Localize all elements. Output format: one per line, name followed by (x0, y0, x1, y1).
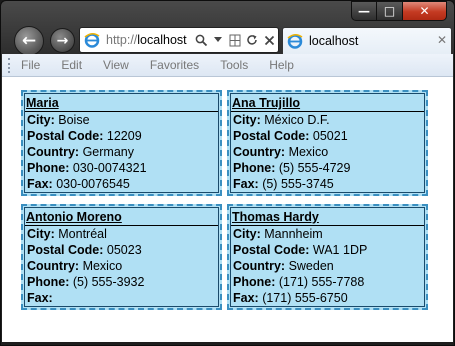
city-row: City: Mannheim (233, 227, 323, 241)
phone-row: Phone: (5) 555-4729 (233, 161, 351, 175)
fax-row: Fax: (171) 555-6750 (233, 291, 348, 305)
country-row: Country: Mexico (233, 145, 329, 159)
customer-card: Ana Trujillo City: México D.F. Postal Co… (227, 90, 428, 196)
maximize-button[interactable]: □ (377, 1, 403, 21)
city-row: City: Boise (27, 113, 90, 127)
toolbar-grip[interactable] (8, 57, 11, 73)
customer-card: Thomas Hardy City: Mannheim Postal Code:… (227, 204, 428, 310)
menu-edit[interactable]: Edit (61, 58, 82, 72)
menu-bar: File Edit View Favorites Tools Help (2, 54, 453, 77)
stop-icon[interactable] (262, 35, 276, 46)
menu-tools[interactable]: Tools (220, 58, 248, 72)
address-tools (194, 34, 276, 47)
refresh-icon[interactable] (245, 34, 259, 46)
customer-name: Antonio Moreno (25, 208, 218, 226)
customer-card: Maria City: Boise Postal Code: 12209 Cou… (21, 90, 222, 196)
phone-row: Phone: (171) 555-7788 (233, 275, 365, 289)
tab-localhost[interactable]: localhost ✕ (282, 27, 452, 54)
customer-card: Antonio Moreno City: Montréal Postal Cod… (21, 204, 222, 310)
back-button[interactable]: ← (14, 26, 44, 56)
browser-window: — □ ✕ ← → http://localhost localhost ✕ F… (0, 0, 455, 346)
menu-file[interactable]: File (21, 58, 40, 72)
menu-help[interactable]: Help (269, 58, 294, 72)
url-text[interactable]: http://localhost (106, 33, 192, 47)
compatibility-view-icon[interactable] (228, 34, 242, 47)
search-icon[interactable] (194, 34, 208, 47)
fax-row: Fax: (27, 291, 53, 305)
phone-row: Phone: 030-0074321 (27, 161, 147, 175)
close-window-button[interactable]: ✕ (403, 1, 447, 21)
postal-row: Postal Code: 05023 (27, 243, 142, 257)
tab-close-icon[interactable]: ✕ (437, 33, 447, 47)
country-row: Country: Germany (27, 145, 134, 159)
fax-row: Fax: 030-0076545 (27, 177, 130, 191)
tab-title: localhost (309, 34, 359, 48)
page-content: Maria City: Boise Postal Code: 12209 Cou… (2, 77, 453, 342)
menu-favorites[interactable]: Favorites (150, 58, 199, 72)
postal-row: Postal Code: 12209 (27, 129, 142, 143)
city-row: City: México D.F. (233, 113, 330, 127)
ie-tab-icon (287, 33, 303, 49)
phone-row: Phone: (5) 555-3932 (27, 275, 145, 289)
menu-view[interactable]: View (103, 58, 129, 72)
country-row: Country: Mexico (27, 259, 123, 273)
customer-name: Maria (25, 94, 218, 112)
postal-row: Postal Code: WA1 1DP (233, 243, 368, 257)
fax-row: Fax: (5) 555-3745 (233, 177, 334, 191)
city-row: City: Montréal (27, 227, 107, 241)
forward-button[interactable]: → (50, 28, 75, 53)
postal-row: Postal Code: 05021 (233, 129, 348, 143)
ie-page-icon (84, 32, 100, 48)
minimize-button[interactable]: — (351, 1, 377, 21)
caption-buttons: — □ ✕ (351, 1, 447, 21)
address-bar[interactable]: http://localhost (79, 27, 279, 53)
customer-name: Thomas Hardy (231, 208, 424, 226)
country-row: Country: Sweden (233, 259, 334, 273)
dropdown-chevron-icon[interactable] (211, 37, 225, 43)
customer-name: Ana Trujillo (231, 94, 424, 112)
